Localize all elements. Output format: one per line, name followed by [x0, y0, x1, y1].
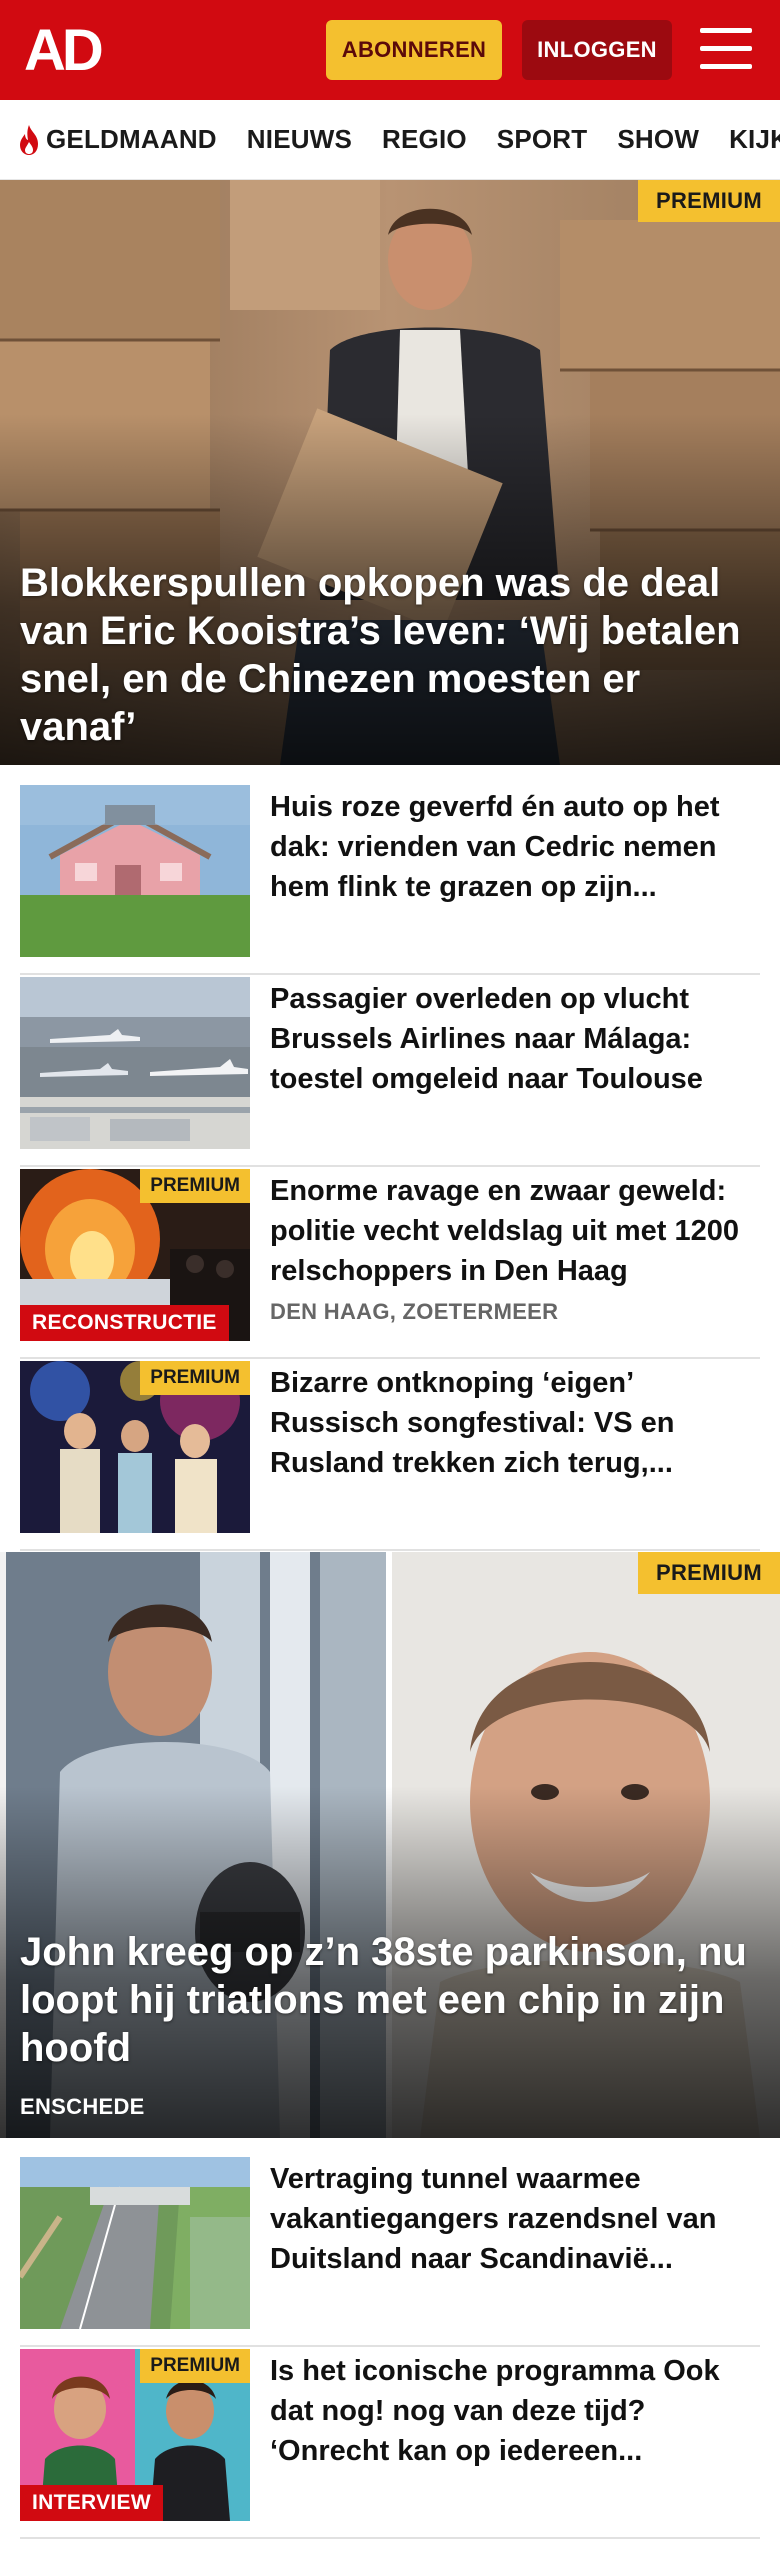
list-item[interactable]: Passagier overleden op vlucht Brussels A…: [20, 977, 760, 1167]
reconstruction-label: RECONSTRUCTIE: [20, 1305, 229, 1341]
article-headline[interactable]: Enorme ravage en zwaar geweld: politie v…: [270, 1171, 760, 1291]
premium-badge: PREMIUM: [140, 1169, 250, 1203]
hero-headline[interactable]: Blokkerspullen opkopen was de deal van E…: [20, 559, 760, 751]
list-item[interactable]: PREMIUM Bizarre ontknoping ‘eigen’ Russi…: [20, 1361, 760, 1551]
article-headline[interactable]: Huis roze geverfd én auto op het dak: vr…: [270, 787, 760, 907]
ad-logo-mark: AD: [24, 24, 106, 76]
top-bar: AD ABONNEREN INLOGGEN: [0, 0, 780, 100]
nav-item-geldmaand[interactable]: GELDMAAND: [16, 124, 217, 156]
ad-logo[interactable]: AD: [24, 24, 116, 76]
hero-article-1[interactable]: PREMIUM Blokkerspullen opkopen was de de…: [0, 180, 780, 765]
article-headline[interactable]: Bizarre ontknoping ‘eigen’ Russisch song…: [270, 1363, 760, 1483]
nav-label: GELDMAAND: [46, 124, 217, 154]
list-item[interactable]: PREMIUM RECONSTRUCTIE Enorme ravage en z…: [20, 1169, 760, 1359]
article-headline[interactable]: Vertraging tunnel waarmee vakantieganger…: [270, 2159, 760, 2279]
article-location: DEN HAAG, ZOETERMEER: [270, 1299, 559, 1324]
main-nav: GELDMAAND NIEUWS REGIO SPORT SHOW KIJK: [0, 100, 780, 180]
thumb-airport: [20, 977, 250, 1149]
article-thumbnail: PREMIUM INTERVIEW: [20, 2349, 250, 2521]
hamburger-menu-icon[interactable]: [700, 26, 752, 72]
premium-badge: PREMIUM: [140, 1361, 250, 1395]
premium-badge: PREMIUM: [638, 180, 780, 222]
nav-item-regio[interactable]: REGIO: [382, 124, 467, 155]
hero-headline[interactable]: John kreeg op z’n 38ste parkinson, nu lo…: [20, 1928, 760, 2072]
article-thumbnail: [20, 977, 250, 1149]
article-headline[interactable]: Is het iconische programma Ook dat nog! …: [270, 2351, 760, 2471]
list-item[interactable]: PREMIUM INTERVIEW Is het iconische progr…: [20, 2349, 760, 2539]
interview-label: INTERVIEW: [20, 2485, 163, 2521]
article-headline[interactable]: Passagier overleden op vlucht Brussels A…: [270, 979, 760, 1099]
nav-item-nieuws[interactable]: NIEUWS: [247, 124, 352, 155]
article-thumbnail: PREMIUM RECONSTRUCTIE: [20, 1169, 250, 1341]
article-thumbnail: [20, 2157, 250, 2329]
flame-icon: [20, 124, 38, 155]
thumb-pink-house: [20, 785, 250, 957]
nav-item-sport[interactable]: SPORT: [497, 124, 588, 155]
nav-item-kijk[interactable]: KIJK: [729, 124, 780, 155]
login-button[interactable]: INLOGGEN: [522, 20, 672, 80]
list-item[interactable]: Huis roze geverfd én auto op het dak: vr…: [20, 785, 760, 975]
hero-article-2[interactable]: PREMIUM John kreeg op z’n 38ste parkinso…: [0, 1552, 780, 2138]
nav-item-show[interactable]: SHOW: [617, 124, 699, 155]
hero-location: ENSCHEDE: [20, 2094, 145, 2119]
subscribe-button[interactable]: ABONNEREN: [326, 20, 502, 80]
article-thumbnail: PREMIUM: [20, 1361, 250, 1533]
premium-badge: PREMIUM: [140, 2349, 250, 2383]
premium-badge: PREMIUM: [638, 1552, 780, 1594]
thumb-tunnel: [20, 2157, 250, 2329]
svg-text:AD: AD: [24, 24, 102, 76]
article-thumbnail: [20, 785, 250, 957]
list-item[interactable]: Vertraging tunnel waarmee vakantieganger…: [20, 2157, 760, 2347]
